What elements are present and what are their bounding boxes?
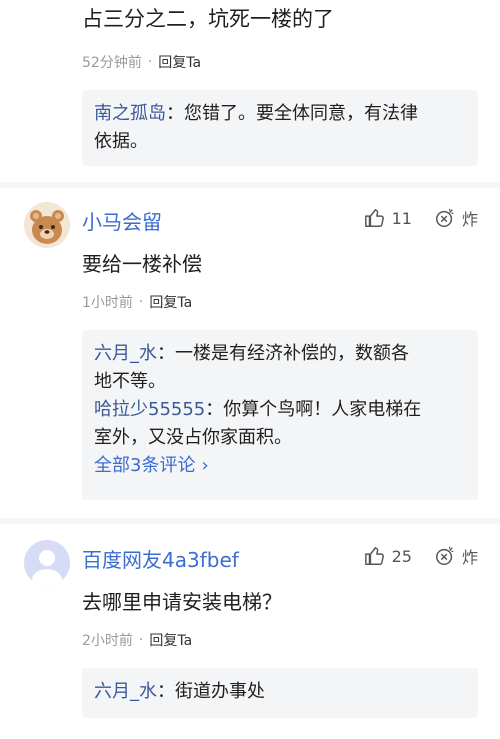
reply-text: 依据。 bbox=[94, 131, 148, 152]
comment-username[interactable]: 百度网友4a3fbef bbox=[82, 544, 239, 573]
like-button[interactable]: 11 bbox=[364, 207, 412, 229]
comment-text: 占三分之二，坑死一楼的了 bbox=[82, 7, 334, 31]
comment-meta: 52分钟前 · 回复Ta bbox=[82, 52, 201, 72]
comment-meta: 2小时前 · 回复Ta bbox=[82, 630, 192, 650]
view-all-label: 全部3条评论 bbox=[94, 455, 196, 476]
meta-separator: · bbox=[138, 294, 144, 310]
meta-separator: · bbox=[138, 632, 144, 648]
reply-button[interactable]: 回复Ta bbox=[149, 292, 192, 312]
boom-button[interactable]: 炸 bbox=[434, 206, 478, 230]
reply-text: ：您错了。要全体同意，有法律 bbox=[166, 103, 418, 124]
reply-button[interactable]: 回复Ta bbox=[158, 52, 201, 72]
like-button[interactable]: 25 bbox=[364, 545, 412, 567]
thumb-up-icon bbox=[364, 547, 384, 565]
bomb-icon bbox=[436, 208, 454, 227]
reply-text: ：一楼是有经济补偿的，数额各 bbox=[157, 343, 409, 364]
view-all-replies-link[interactable]: 全部3条评论 › bbox=[94, 452, 466, 480]
boom-button[interactable]: 炸 bbox=[434, 544, 478, 568]
divider bbox=[0, 518, 500, 524]
reply-username[interactable]: 六月_水 bbox=[94, 343, 157, 364]
like-count: 25 bbox=[391, 546, 412, 566]
chevron-right-icon: › bbox=[201, 455, 209, 476]
reply-button[interactable]: 回复Ta bbox=[149, 630, 192, 650]
avatar-bear[interactable] bbox=[24, 202, 70, 248]
reply-text: 地不等。 bbox=[94, 371, 166, 392]
reply-box[interactable]: 六月_水：一楼是有经济补偿的，数额各 地不等。 哈拉少55555：你算个鸟啊！人… bbox=[82, 330, 478, 500]
reply-box[interactable]: 南之孤岛：您错了。要全体同意，有法律 依据。 bbox=[82, 90, 478, 166]
like-count: 11 bbox=[391, 208, 412, 228]
comment-time: 1小时前 bbox=[82, 295, 133, 311]
avatar-default[interactable] bbox=[24, 540, 70, 586]
comment-username[interactable]: 小马会留 bbox=[82, 206, 162, 235]
comment-actions: 11 炸 bbox=[364, 206, 478, 230]
reply-username[interactable]: 哈拉少55555 bbox=[94, 399, 205, 420]
comment-text: 去哪里申请安装电梯？ bbox=[82, 590, 282, 614]
comment-actions: 25 炸 bbox=[364, 544, 478, 568]
reply-text: ：街道办事处 bbox=[157, 681, 265, 702]
comment-time: 2小时前 bbox=[82, 633, 133, 649]
thumb-up-icon bbox=[364, 209, 384, 227]
comment-text: 要给一楼补偿 bbox=[82, 252, 202, 276]
reply-text: ：你算个鸟啊！人家电梯在 bbox=[205, 399, 422, 420]
comment-time: 52分钟前 bbox=[82, 55, 142, 71]
meta-separator: · bbox=[147, 54, 153, 70]
boom-label: 炸 bbox=[461, 548, 478, 567]
boom-label: 炸 bbox=[461, 210, 478, 229]
comment-thread: 占三分之二，坑死一楼的了 52分钟前 · 回复Ta 南之孤岛：您错了。要全体同意… bbox=[0, 0, 500, 739]
reply-username[interactable]: 南之孤岛 bbox=[94, 103, 166, 124]
reply-box[interactable]: 六月_水：街道办事处 bbox=[82, 668, 478, 718]
reply-text: 室外，又没占你家面积。 bbox=[94, 427, 292, 448]
reply-username[interactable]: 六月_水 bbox=[94, 681, 157, 702]
bomb-icon bbox=[436, 546, 454, 565]
comment-meta: 1小时前 · 回复Ta bbox=[82, 292, 192, 312]
divider bbox=[0, 182, 500, 188]
